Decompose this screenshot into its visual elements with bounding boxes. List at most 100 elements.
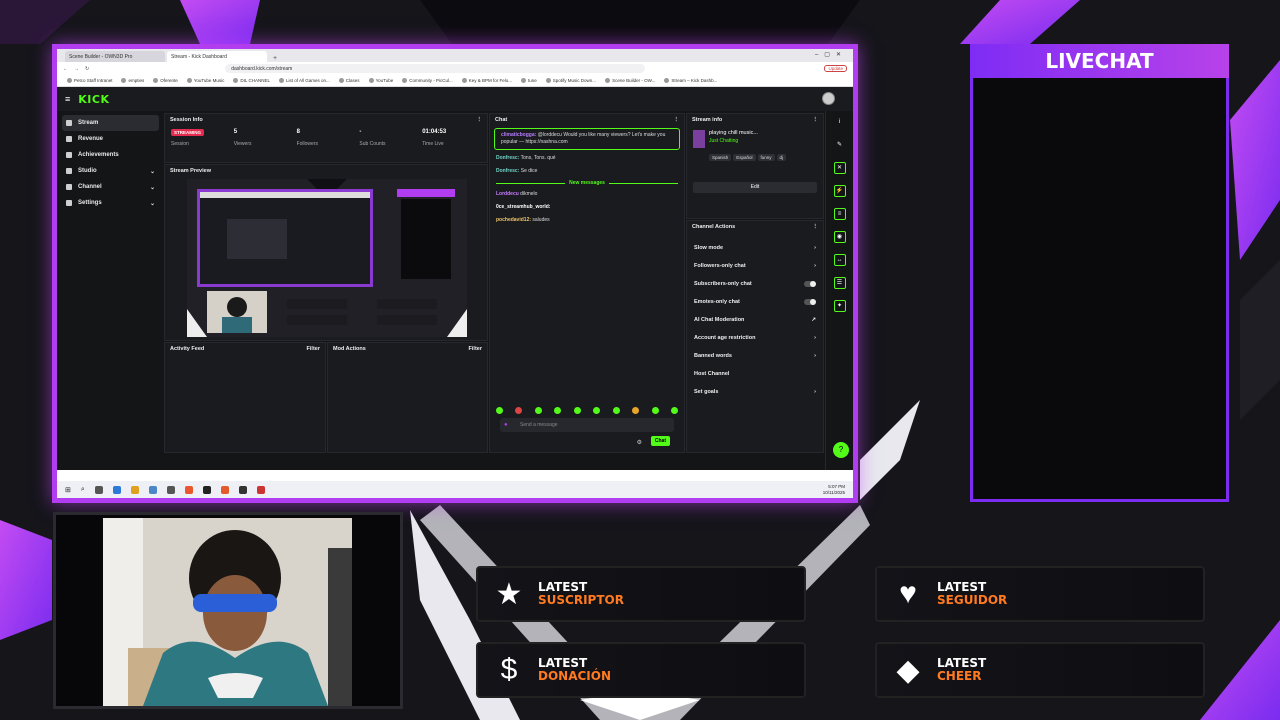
forward-icon[interactable]: → [74,66,79,72]
folder-icon[interactable] [130,485,139,494]
stream-category[interactable]: Just Chatting [709,138,788,144]
bookmark-link[interactable]: Community - PicCul... [402,78,453,83]
emote-icon[interactable] [496,407,503,414]
new-tab-icon[interactable]: + [269,55,281,62]
app-icon[interactable] [220,485,229,494]
stream-tag[interactable]: Español [733,154,756,161]
brave-icon[interactable] [184,485,193,494]
app-icon[interactable] [256,485,265,494]
bookmark-link[interactable]: Oferente [153,78,178,83]
emote-icon[interactable] [515,407,523,414]
toggle-switch[interactable] [804,299,816,305]
list-icon[interactable]: ☰ [833,277,846,289]
app-icon[interactable] [166,485,175,494]
chat-username[interactable]: Lorddecu [496,191,519,197]
pinned-message[interactable]: climaticbogga: @lorddecu Would you like … [494,128,680,150]
window-controls[interactable]: –▢✕ [815,51,847,58]
bookmark-link[interactable]: DIL CHANNEL [233,78,270,83]
channel-action-banned-words[interactable]: Banned words › [687,347,823,365]
emote-icon[interactable] [534,407,542,414]
menu-icon[interactable]: ≡ [65,94,70,104]
windows-start-icon[interactable]: ⊞ [65,486,71,494]
stream-tag[interactable]: dj [776,154,787,161]
sidebar-item-revenue[interactable]: Revenue [62,131,159,147]
help-chat-icon[interactable]: ? [833,442,849,458]
back-icon[interactable]: ← [63,66,68,72]
channel-action-followers-only-chat[interactable]: Followers-only chat › [687,257,823,275]
toggle-switch[interactable] [804,281,816,287]
bookmark-link[interactable]: empties [121,78,144,83]
wrench-icon[interactable]: ✦ [833,300,846,312]
chat-bubble-icon[interactable]: ◉ [833,231,846,243]
bookmark-link[interactable]: YouTube Music [187,78,225,83]
emote-icon[interactable] [651,407,659,414]
taskbar-clock[interactable]: 5:07 PM 10/11/2025 [823,484,845,495]
settings-icon[interactable]: ⚙ [637,439,642,446]
browser-tab-active[interactable]: Stream - Kick Dashboard [167,51,267,62]
document-icon[interactable]: ≡ [833,208,846,220]
more-icon[interactable]: ⋮ [674,117,680,123]
chat-username[interactable]: pochedavid12: [496,217,531,223]
channel-action-ai-chat-moderation[interactable]: AI Chat Moderation ↗ [687,311,823,329]
bookmark-link[interactable]: Key & BPM for Felo... [462,78,512,83]
edge-icon[interactable] [112,485,121,494]
emote-icon[interactable] [593,407,601,414]
activity-filter-button[interactable]: Filter [307,346,320,352]
bookmark-link[interactable]: Clases [339,78,360,83]
stream-tag[interactable]: Spanish [709,154,732,161]
bookmark-link[interactable]: Spotify Music Down... [546,78,596,83]
mod-filter-button[interactable]: Filter [469,346,482,352]
sidebar-item-settings[interactable]: Settings ⌄ [62,195,159,211]
chat-send-button[interactable]: Chat [650,436,670,446]
chat-username[interactable]: Donfresc: [496,168,519,174]
kick-logo[interactable]: KICK [78,93,109,106]
pencil-icon[interactable]: ✎ [834,139,846,151]
url-input[interactable]: dashboard.kick.com/stream [225,64,646,73]
user-avatar[interactable] [822,92,835,105]
reload-icon[interactable]: ↻ [85,66,89,72]
emote-icon[interactable] [670,407,678,414]
bookmark-link[interactable]: tune [521,78,537,83]
more-icon[interactable]: ⋮ [813,224,819,230]
browser-tab[interactable]: Scene Builder - OWN3D Pro [65,51,165,62]
bookmark-link[interactable]: YouTube [369,78,394,83]
obs-icon[interactable] [238,485,247,494]
arrows-icon[interactable]: ↔ [833,254,846,266]
store-icon[interactable] [148,485,157,494]
stream-tag[interactable]: funny [757,154,775,161]
stream-preview-video[interactable] [187,179,467,337]
chat-username[interactable]: Donfresc: [496,155,519,161]
channel-action-subscribers-only-chat[interactable]: Subscribers-only chat [687,275,823,293]
more-icon[interactable]: ⋮ [477,117,483,123]
tool-icon[interactable]: ✕ [833,162,846,174]
channel-action-emotes-only-chat[interactable]: Emotes-only chat [687,293,823,311]
bookmark-link[interactable]: Scene Builder - OW... [605,78,655,83]
channel-action-account-age-restriction[interactable]: Account age restriction › [687,329,823,347]
chat-username[interactable]: 0ce_streamhub_world: [496,204,550,210]
sidebar-item-channel[interactable]: Channel ⌄ [62,179,159,195]
chat-input[interactable]: Send a message [500,418,674,432]
chat-username[interactable]: climaticbogga: [501,132,536,138]
emote-icon[interactable] [612,407,620,414]
sidebar-item-studio[interactable]: Studio ⌄ [62,163,159,179]
update-button[interactable]: Update [824,65,847,72]
media-icon[interactable] [202,485,211,494]
lightning-icon[interactable]: ⚡ [833,185,846,197]
bookmark-link[interactable]: List of All Games on... [279,78,330,83]
bookmark-link[interactable]: Stream – Kick Dashb... [664,78,717,83]
emote-icon[interactable] [554,407,562,414]
search-icon[interactable]: ⌕ [81,486,85,494]
edit-stream-button[interactable]: Edit [693,182,817,193]
emote-icon[interactable] [573,407,581,414]
mic-icon[interactable]: ● [504,422,508,428]
bookmark-link[interactable]: Petco Staff Intranet [67,78,112,83]
more-icon[interactable]: ⋮ [813,117,819,123]
emote-icon[interactable] [632,407,640,414]
channel-action-set-goals[interactable]: Set goals › [687,383,823,401]
channel-action-slow-mode[interactable]: Slow mode › [687,239,823,257]
channel-action-host-channel[interactable]: Host Channel [687,365,823,383]
sidebar-item-stream[interactable]: Stream [62,115,159,131]
task-view-icon[interactable] [94,485,103,494]
sidebar-item-achievements[interactable]: Achievements [62,147,159,163]
info-icon[interactable]: i [834,116,846,128]
